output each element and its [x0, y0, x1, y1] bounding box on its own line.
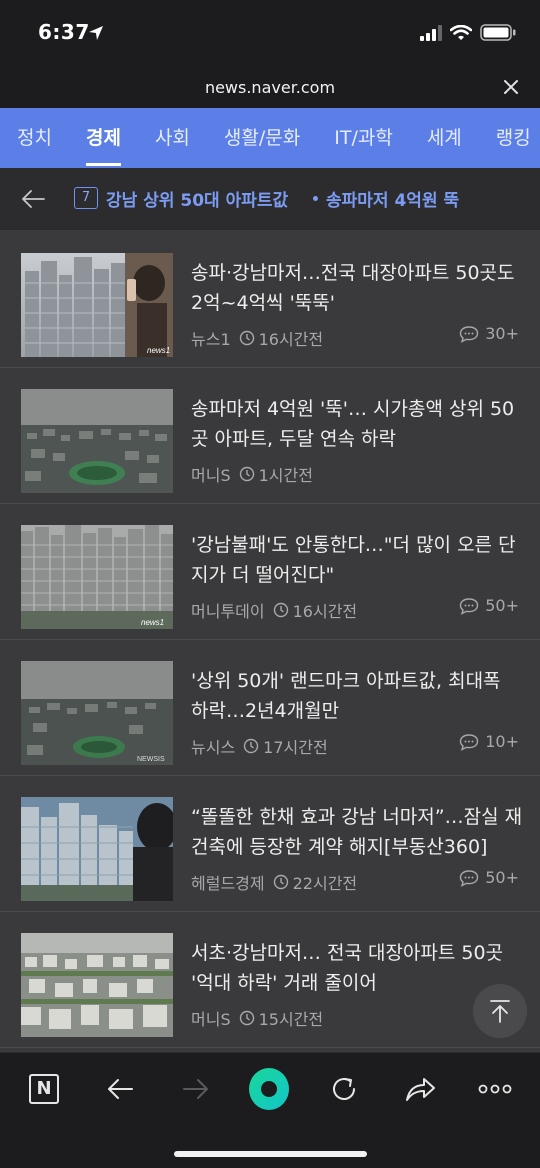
news-source: 머니S	[191, 466, 231, 485]
back-arrow-icon[interactable]	[20, 186, 46, 212]
url-text[interactable]: news.naver.com	[0, 78, 540, 97]
topic-header: 7 강남 상위 50대 아파트값 송파마저 4억원 뚝	[0, 168, 540, 230]
status-time: 6:37	[38, 20, 90, 44]
news-meta: 뉴스1 16시간전	[191, 326, 323, 350]
thumbnail-watermark: news1	[147, 346, 170, 355]
comment-bubble-icon	[460, 325, 479, 343]
share-icon	[406, 1078, 435, 1101]
home-indicator	[174, 1151, 367, 1157]
thumbnail-watermark: NEWSIS	[137, 756, 165, 763]
browser-toolbar: N	[0, 1052, 540, 1168]
comment-count[interactable]: 50+	[459, 596, 519, 615]
news-meta: 머니S 1시간전	[191, 462, 313, 486]
naver-green-dot-icon	[249, 1068, 289, 1110]
topic-number-badge: 7	[74, 187, 98, 209]
news-item[interactable]: “똘똘한 한채 효과 강남 너마저”…잠실 재건축에 등장한 계약 해지[부동산…	[0, 776, 540, 912]
news-source: 뉴스1	[191, 330, 231, 349]
comment-count-value: 10+	[485, 732, 519, 751]
news-headline[interactable]: 송파마저 4억원 '뚝'… 시가총액 상위 50곳 아파트, 두달 연속 하락	[191, 394, 523, 454]
news-source: 머니투데이	[191, 602, 265, 621]
more-dots-icon	[478, 1084, 512, 1094]
news-item[interactable]: news1 송파·강남마저…전국 대장아파트 50곳도 2억~4억씩 '뚝뚝' …	[0, 232, 540, 368]
news-source: 헤럴드경제	[191, 874, 265, 893]
close-icon[interactable]	[500, 76, 522, 98]
status-icons	[420, 24, 516, 41]
share-button[interactable]	[400, 1069, 440, 1109]
news-headline[interactable]: '강남불패'도 안통한다…"더 많이 오른 단지가 더 떨어진다"	[191, 530, 523, 590]
clock-icon	[273, 874, 288, 890]
news-item[interactable]: news1 '강남불패'도 안통한다…"더 많이 오른 단지가 더 떨어진다" …	[0, 504, 540, 640]
refresh-icon	[333, 1078, 355, 1100]
comment-count[interactable]: 30+	[459, 324, 519, 343]
topic-subtitle: 송파마저 4억원 뚝	[326, 191, 460, 211]
comment-count[interactable]: 50+	[459, 868, 519, 887]
news-time: 15시간전	[258, 1010, 324, 1029]
news-thumbnail[interactable]	[21, 797, 173, 901]
news-meta: 헤럴드경제 22시간전	[191, 870, 357, 894]
status-bar: 6:37	[0, 0, 540, 70]
clock-icon	[273, 602, 288, 618]
news-time: 17시간전	[263, 738, 328, 757]
news-headline[interactable]: “똘똘한 한채 효과 강남 너마저”…잠실 재건축에 등장한 계약 해지[부동산…	[191, 802, 523, 862]
thumbnail-watermark: news1	[141, 618, 164, 627]
news-meta: 머니S 15시간전	[191, 1006, 323, 1030]
comment-count-value: 30+	[485, 324, 519, 343]
browser-forward-button[interactable]	[176, 1069, 216, 1109]
wifi-icon	[450, 24, 472, 40]
tab-society[interactable]: 사회	[138, 108, 207, 168]
news-item[interactable]: 서초·강남마저… 전국 대장아파트 50곳 '억대 하락' 거래 줄이어 머니S…	[0, 912, 540, 1048]
tab-economy[interactable]: 경제	[69, 108, 138, 168]
section-tabs: 정치 경제 사회 생활/문화 IT/과학 세계 랭킹	[0, 108, 540, 168]
browser-forward-icon	[183, 1079, 208, 1099]
news-thumbnail[interactable]: NEWSIS	[21, 661, 173, 765]
news-time: 22시간전	[292, 874, 358, 893]
clock-icon	[239, 466, 254, 482]
news-time: 16시간전	[258, 330, 324, 349]
tab-ranking[interactable]: 랭킹	[479, 108, 540, 168]
comment-count-value: 50+	[485, 868, 519, 887]
news-thumbnail[interactable]: news1	[21, 253, 173, 357]
news-thumbnail[interactable]	[21, 389, 173, 493]
news-list: news1 송파·강남마저…전국 대장아파트 50곳도 2억~4억씩 '뚝뚝' …	[0, 232, 540, 1048]
comment-count-value: 50+	[485, 596, 519, 615]
battery-icon	[480, 24, 516, 41]
browser-back-button[interactable]	[100, 1069, 140, 1109]
comment-bubble-icon	[460, 597, 479, 615]
comment-bubble-icon	[460, 869, 479, 887]
topic-separator-dot	[313, 196, 318, 201]
naver-n-icon: N	[29, 1074, 59, 1104]
naver-home-button[interactable]: N	[24, 1069, 64, 1109]
news-source: 머니S	[191, 1010, 231, 1029]
scroll-top-button[interactable]	[473, 984, 527, 1038]
url-bar: news.naver.com	[0, 70, 540, 108]
news-meta: 머니투데이 16시간전	[191, 598, 357, 622]
news-headline[interactable]: 송파·강남마저…전국 대장아파트 50곳도 2억~4억씩 '뚝뚝'	[191, 258, 523, 318]
comment-bubble-icon	[460, 733, 479, 751]
refresh-button[interactable]	[324, 1069, 364, 1109]
news-time: 1시간전	[258, 466, 313, 485]
tab-world[interactable]: 세계	[410, 108, 479, 168]
clock-icon	[239, 1010, 254, 1026]
news-thumbnail[interactable]	[21, 933, 173, 1037]
news-time: 16시간전	[292, 602, 358, 621]
news-thumbnail[interactable]: news1	[21, 525, 173, 629]
browser-back-icon	[108, 1079, 133, 1099]
more-button[interactable]	[475, 1069, 515, 1109]
news-meta: 뉴시스 17시간전	[191, 734, 328, 758]
news-item[interactable]: NEWSIS '상위 50개' 랜드마크 아파트값, 최대폭 하락…2년4개월만…	[0, 640, 540, 776]
comment-count[interactable]: 10+	[459, 732, 519, 751]
topic-title: 강남 상위 50대 아파트값	[106, 191, 289, 211]
cellular-signal-icon	[420, 24, 442, 41]
news-item[interactable]: 송파마저 4억원 '뚝'… 시가총액 상위 50곳 아파트, 두달 연속 하락 …	[0, 368, 540, 504]
scroll-to-top-icon	[490, 1000, 510, 1023]
location-arrow-icon	[89, 26, 103, 40]
news-source: 뉴시스	[191, 738, 236, 757]
tab-life-culture[interactable]: 생활/문화	[207, 108, 317, 168]
clock-icon	[243, 738, 259, 754]
tab-it-science[interactable]: IT/과학	[317, 108, 410, 168]
clock-icon	[239, 330, 254, 346]
naver-green-button[interactable]	[249, 1068, 289, 1110]
news-headline[interactable]: '상위 50개' 랜드마크 아파트값, 최대폭 하락…2년4개월만	[191, 666, 523, 726]
tab-politics[interactable]: 정치	[0, 108, 69, 168]
